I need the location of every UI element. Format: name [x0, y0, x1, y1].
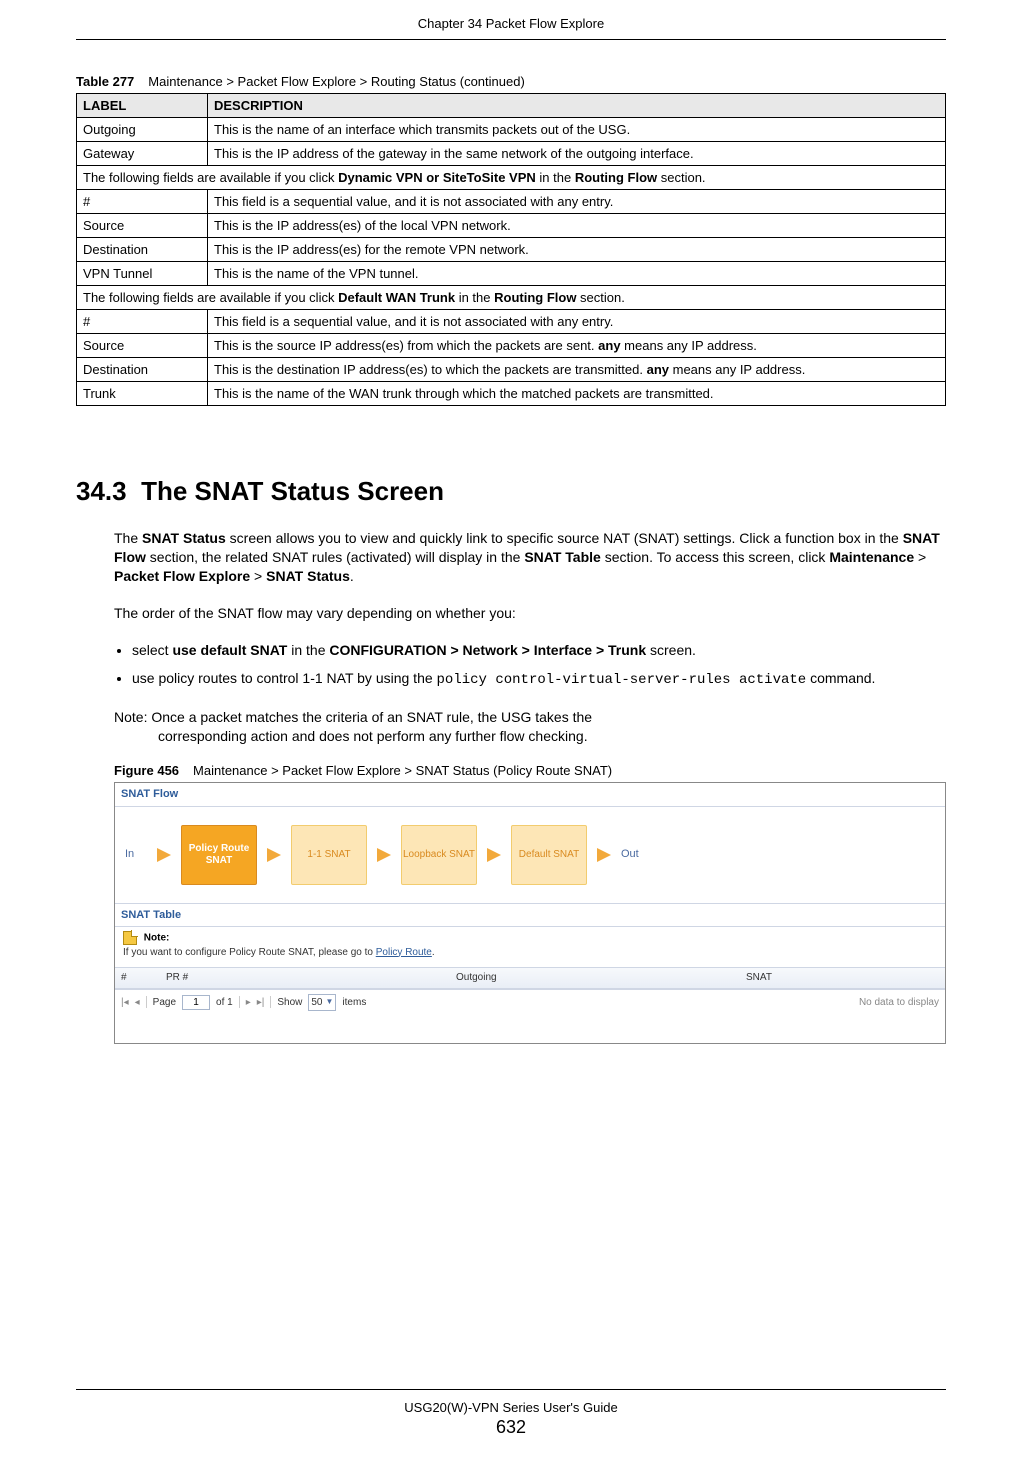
table-row: #This field is a sequential value, and i…: [77, 310, 946, 334]
arrow-icon: [157, 848, 171, 862]
table-row: SourceThis is the IP address(es) of the …: [77, 214, 946, 238]
figure-snat-status: SNAT Flow In Policy Route SNAT 1-1 SNAT …: [114, 782, 946, 1044]
col-hash[interactable]: #: [121, 971, 166, 985]
show-count-select[interactable]: 50 ▼: [308, 994, 336, 1012]
table-desc-cell: This is the name of an interface which t…: [208, 118, 946, 142]
bullet-list: select use default SNAT in the CONFIGURA…: [114, 641, 946, 691]
chapter-header: Chapter 34 Packet Flow Explore: [76, 16, 946, 40]
guide-title: USG20(W)-VPN Series User's Guide: [76, 1400, 946, 1415]
figure-caption: Figure 456 Maintenance > Packet Flow Expl…: [114, 762, 946, 780]
order-intro: The order of the SNAT flow may vary depe…: [114, 604, 946, 623]
routing-status-table: LABEL DESCRIPTION OutgoingThis is the na…: [76, 93, 946, 406]
arrow-icon: [267, 848, 281, 862]
table-row: TrunkThis is the name of the WAN trunk t…: [77, 382, 946, 406]
flow-out-label: Out: [621, 847, 643, 862]
chevron-down-icon: ▼: [326, 997, 334, 1008]
note-block: Note: Once a packet matches the criteria…: [114, 708, 946, 746]
table-label-cell: Outgoing: [77, 118, 208, 142]
table-row: #This field is a sequential value, and i…: [77, 190, 946, 214]
section-heading: 34.3 The SNAT Status Screen: [76, 476, 946, 507]
th-description: DESCRIPTION: [208, 94, 946, 118]
policy-route-link[interactable]: Policy Route: [376, 947, 432, 958]
arrow-icon: [597, 848, 611, 862]
page-input[interactable]: [182, 995, 210, 1010]
table-row: GatewayThis is the IP address of the gat…: [77, 142, 946, 166]
th-label: LABEL: [77, 94, 208, 118]
note-icon: [123, 931, 137, 945]
table-desc-cell: This is the name of the WAN trunk throug…: [208, 382, 946, 406]
table-label-cell: VPN Tunnel: [77, 262, 208, 286]
arrow-icon: [487, 848, 501, 862]
table-caption-text: Maintenance > Packet Flow Explore > Rout…: [148, 74, 525, 89]
note-label: Note:: [114, 709, 151, 725]
table-label-cell: Destination: [77, 358, 208, 382]
table-row: The following fields are available if yo…: [77, 166, 946, 190]
col-pr-hash[interactable]: PR #: [166, 971, 456, 985]
flow-box-policy-route-snat[interactable]: Policy Route SNAT: [181, 825, 257, 885]
table-row: VPN TunnelThis is the name of the VPN tu…: [77, 262, 946, 286]
snat-table-title: SNAT Table: [115, 904, 945, 928]
table-desc-cell: This is the destination IP address(es) t…: [208, 358, 946, 382]
first-page-icon[interactable]: |◂: [121, 996, 129, 1010]
prev-page-icon[interactable]: ◂: [135, 996, 140, 1010]
note-line1: Once a packet matches the criteria of an…: [151, 709, 592, 725]
flow-box-default-snat[interactable]: Default SNAT: [511, 825, 587, 885]
table-row: DestinationThis is the IP address(es) fo…: [77, 238, 946, 262]
snat-note-text: If you want to configure Policy Route SN…: [123, 947, 376, 958]
no-data-label: No data to display: [859, 996, 939, 1010]
note-line2: corresponding action and does not perfor…: [158, 727, 946, 746]
table-label-cell: Source: [77, 334, 208, 358]
flow-in-label: In: [125, 847, 147, 862]
snat-note: Note: If you want to configure Policy Ro…: [115, 927, 945, 967]
show-label: Show: [277, 996, 302, 1010]
flow-box-loopback-snat[interactable]: Loopback SNAT: [401, 825, 477, 885]
table-desc-cell: This is the IP address of the gateway in…: [208, 142, 946, 166]
items-label: items: [342, 996, 366, 1010]
page-of: of 1: [216, 996, 233, 1010]
table-desc-cell: This is the source IP address(es) from w…: [208, 334, 946, 358]
col-snat[interactable]: SNAT: [746, 971, 939, 985]
table-span-cell: The following fields are available if yo…: [77, 286, 946, 310]
page-footer: USG20(W)-VPN Series User's Guide 632: [76, 1389, 946, 1438]
table-desc-cell: This field is a sequential value, and it…: [208, 310, 946, 334]
arrow-icon: [377, 848, 391, 862]
table-label-cell: #: [77, 190, 208, 214]
table-desc-cell: This is the IP address(es) for the remot…: [208, 238, 946, 262]
table-label-cell: #: [77, 310, 208, 334]
table-row: SourceThis is the source IP address(es) …: [77, 334, 946, 358]
section-title: The SNAT Status Screen: [141, 476, 444, 506]
table-number: Table 277: [76, 74, 134, 89]
figure-number: Figure 456: [114, 763, 179, 778]
pager: |◂ ◂ Page of 1 ▸ ▸| Show 50 ▼ items No d…: [115, 989, 945, 1016]
table-row: The following fields are available if yo…: [77, 286, 946, 310]
section-number: 34.3: [76, 476, 127, 506]
list-item: use policy routes to control 1-1 NAT by …: [132, 669, 946, 690]
flow-box-1-1-snat[interactable]: 1-1 SNAT: [291, 825, 367, 885]
figure-caption-text: Maintenance > Packet Flow Explore > SNAT…: [193, 763, 612, 778]
snat-flow-title: SNAT Flow: [115, 783, 945, 807]
list-item: select use default SNAT in the CONFIGURA…: [132, 641, 946, 660]
page-label: Page: [153, 996, 176, 1010]
table-row: OutgoingThis is the name of an interface…: [77, 118, 946, 142]
table-row: DestinationThis is the destination IP ad…: [77, 358, 946, 382]
table-label-cell: Trunk: [77, 382, 208, 406]
table-desc-cell: This is the name of the VPN tunnel.: [208, 262, 946, 286]
table-label-cell: Destination: [77, 238, 208, 262]
snat-note-label: Note:: [144, 933, 170, 944]
snat-table-header: # PR # Outgoing SNAT: [115, 967, 945, 989]
table-desc-cell: This is the IP address(es) of the local …: [208, 214, 946, 238]
table-label-cell: Source: [77, 214, 208, 238]
snat-flow-diagram: In Policy Route SNAT 1-1 SNAT Loopback S…: [115, 807, 945, 904]
table-label-cell: Gateway: [77, 142, 208, 166]
col-outgoing[interactable]: Outgoing: [456, 971, 746, 985]
table-caption: Table 277 Maintenance > Packet Flow Explo…: [76, 74, 946, 89]
table-span-cell: The following fields are available if yo…: [77, 166, 946, 190]
table-desc-cell: This field is a sequential value, and it…: [208, 190, 946, 214]
next-page-icon[interactable]: ▸: [246, 996, 251, 1010]
intro-paragraph: The SNAT Status screen allows you to vie…: [114, 529, 946, 586]
last-page-icon[interactable]: ▸|: [257, 996, 265, 1010]
page-number: 632: [76, 1417, 946, 1438]
